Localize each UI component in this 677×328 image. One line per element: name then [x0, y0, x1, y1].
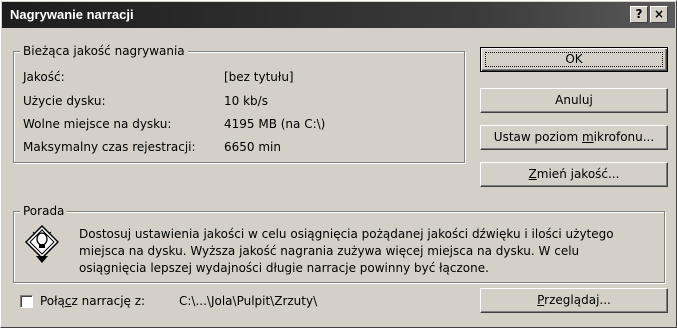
- link-label-key: c: [64, 294, 72, 308]
- change-quality-key: Z: [528, 167, 537, 181]
- browse-button[interactable]: Przeglądaj...: [480, 288, 668, 313]
- focus-rect: [485, 52, 663, 67]
- link-path-text: C:\...\Jola\Pulpit\Zrzuty\: [179, 294, 318, 308]
- link-label-post: z narrację z:: [71, 294, 146, 308]
- disk-usage-label: Użycie dysku:: [23, 94, 106, 108]
- free-space-value: 4195 MB (na C:\): [224, 117, 326, 131]
- tip-group-title: Porada: [20, 204, 68, 218]
- quality-group-title: Bieżąca jakość nagrywania: [20, 44, 188, 58]
- free-space-label: Wolne miejsce na dysku:: [23, 117, 172, 131]
- link-narration-checkbox[interactable]: [20, 295, 33, 308]
- tip-lightbulb-icon: [24, 224, 60, 268]
- tip-text-line-3: osiągnięcia lepszej wydajności długie na…: [79, 261, 489, 275]
- link-label-pre: Połą: [40, 294, 65, 308]
- max-time-value: 6650 min: [224, 140, 281, 154]
- window-title: Nagrywanie narracji: [10, 7, 134, 22]
- tip-text-line-1: Dostosuj ustawienia jakości w celu osiąg…: [79, 227, 614, 241]
- mic-label-pre: Ustaw poziom: [493, 130, 582, 144]
- cancel-button-label: Anuluj: [555, 93, 593, 107]
- change-quality-post: mień jakość...: [536, 167, 620, 181]
- dialog-window: Nagrywanie narracji ? × Bieżąca jakość n…: [0, 0, 677, 328]
- disk-usage-value: 10 kb/s: [224, 94, 268, 108]
- change-quality-button[interactable]: Zmień jakość...: [480, 162, 668, 187]
- tip-groupbox: Porada Dostosuj ustawienia jakości w cel…: [13, 204, 665, 283]
- quality-groupbox: Bieżąca jakość nagrywania Jakość: [bez t…: [13, 44, 465, 163]
- quality-label: Jakość:: [23, 70, 65, 84]
- quality-value: [bez tytułu]: [224, 70, 294, 84]
- set-mic-level-button[interactable]: Ustaw poziom mikrofonu...: [480, 125, 668, 150]
- cancel-button[interactable]: Anuluj: [480, 88, 668, 113]
- help-button[interactable]: ?: [630, 6, 648, 23]
- ok-button[interactable]: OK: [480, 47, 668, 72]
- mic-label-key: m: [581, 130, 594, 144]
- close-button[interactable]: ×: [650, 6, 668, 23]
- title-bar[interactable]: Nagrywanie narracji ? ×: [2, 2, 675, 28]
- link-narration-label[interactable]: Połącz narrację z:: [40, 294, 145, 308]
- browse-post: rzeglądaj...: [544, 293, 611, 307]
- tip-text-line-2: miejsca na dysku. Wyższa jakość nagrania…: [79, 244, 580, 258]
- max-time-label: Maksymalny czas rejestracji:: [23, 140, 196, 154]
- mic-label-post: ikrofonu...: [593, 130, 655, 144]
